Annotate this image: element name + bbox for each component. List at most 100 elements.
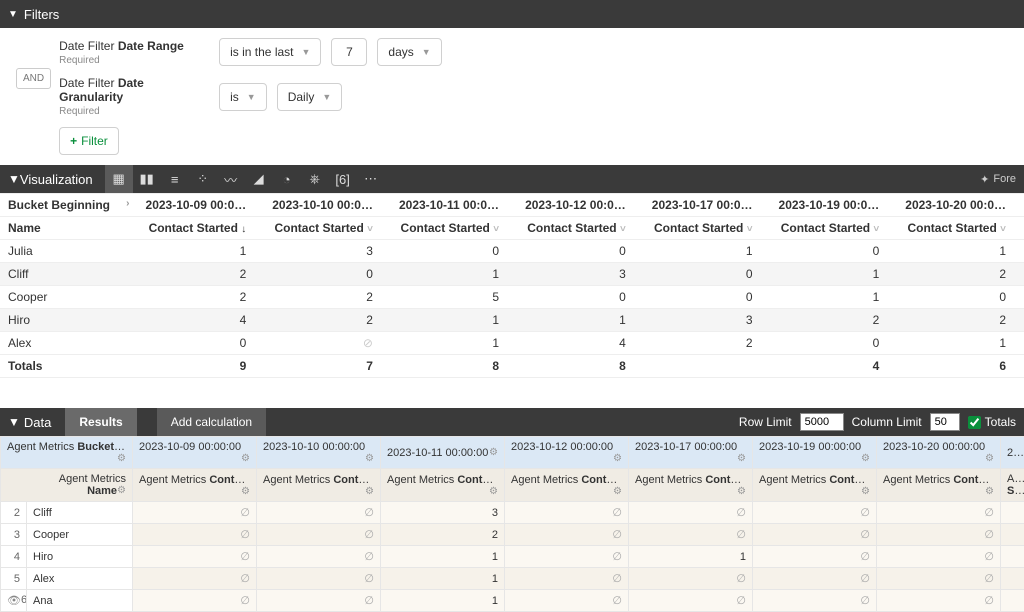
- cell-value[interactable]: 5: [391, 286, 517, 309]
- data-cell[interactable]: ∅: [629, 502, 753, 524]
- metric-header[interactable]: Contact Started ˅: [771, 217, 898, 240]
- data-cell[interactable]: ∅: [877, 590, 1001, 612]
- gear-icon[interactable]: ⚙: [489, 486, 498, 497]
- bar-chart-icon[interactable]: ▮▮: [133, 165, 161, 193]
- data-cell[interactable]: ∅: [257, 590, 381, 612]
- gear-icon[interactable]: ⚙: [241, 453, 250, 464]
- cell-value[interactable]: 1: [391, 332, 517, 355]
- cell-value[interactable]: 3: [644, 309, 771, 332]
- gear-icon[interactable]: ⚙: [861, 486, 870, 497]
- cell-value[interactable]: 1: [517, 309, 644, 332]
- scatter-icon[interactable]: ⁘: [189, 165, 217, 193]
- bucket-header[interactable]: Bucket Beginning›: [0, 194, 138, 217]
- data-cell[interactable]: 3: [381, 502, 505, 524]
- data-cell[interactable]: ∅: [629, 590, 753, 612]
- date-column-header[interactable]: 2023-10-17 00:0…: [644, 194, 771, 217]
- metric-subheader[interactable]: Agent Metrics Contact Started⚙: [877, 469, 1001, 502]
- gear-icon[interactable]: ⚙: [117, 485, 126, 496]
- metric-header[interactable]: Contact Started ↓: [138, 217, 265, 240]
- data-cell[interactable]: ∅: [753, 590, 877, 612]
- gear-icon[interactable]: ⚙: [737, 453, 746, 464]
- cell-value[interactable]: 1: [138, 240, 265, 263]
- data-cell[interactable]: ∅: [753, 568, 877, 590]
- data-cell[interactable]: ∅: [505, 568, 629, 590]
- cell-value[interactable]: 4: [517, 332, 644, 355]
- gear-icon[interactable]: ⚙: [861, 453, 870, 464]
- caret-down-icon[interactable]: ▼: [8, 415, 20, 429]
- data-cell[interactable]: ∅: [257, 546, 381, 568]
- line-chart-icon[interactable]: 〰: [217, 165, 245, 193]
- cell-value[interactable]: 4: [138, 309, 265, 332]
- cell-value[interactable]: 2: [264, 309, 391, 332]
- metric-header[interactable]: Contact Started ˅: [264, 217, 391, 240]
- add-calculation-button[interactable]: Add calculation: [157, 408, 266, 436]
- date-group-header[interactable]: 2023-10-12 00:00:00⚙: [505, 437, 629, 469]
- single-value-icon[interactable]: [6]: [329, 165, 357, 193]
- cell-value[interactable]: 3: [517, 263, 644, 286]
- data-cell[interactable]: ∅: [133, 524, 257, 546]
- cell-value[interactable]: 2: [264, 286, 391, 309]
- filters-header[interactable]: ▼ Filters: [0, 0, 1024, 28]
- data-cell[interactable]: ∅: [877, 524, 1001, 546]
- table-icon[interactable]: ▦: [105, 165, 133, 193]
- data-cell[interactable]: 1: [629, 546, 753, 568]
- gear-icon[interactable]: ⚙: [365, 453, 374, 464]
- gear-icon[interactable]: ⚙: [365, 486, 374, 497]
- cell-value[interactable]: 0: [644, 286, 771, 309]
- date-group-header[interactable]: 2023-10-19 00:00:00⚙: [753, 437, 877, 469]
- filter-select[interactable]: is▼: [219, 83, 267, 111]
- metric-subheader-partial[interactable]: AgentStar: [1001, 469, 1024, 502]
- date-column-header[interactable]: 2023-10-09 00:0…: [138, 194, 265, 217]
- data-cell[interactable]: ∅: [629, 568, 753, 590]
- cell-value[interactable]: 0: [264, 263, 391, 286]
- cell-value[interactable]: 1: [771, 263, 898, 286]
- date-column-header[interactable]: 2023-10-12 00:0…: [517, 194, 644, 217]
- metric-header[interactable]: Contact Started ˅: [517, 217, 644, 240]
- column-limit-input[interactable]: [930, 413, 960, 431]
- cell-value[interactable]: 1: [897, 332, 1024, 355]
- gear-icon[interactable]: ⚙: [117, 453, 126, 464]
- metric-header[interactable]: Contact Started ˅: [644, 217, 771, 240]
- cell-value[interactable]: 0: [138, 332, 265, 355]
- cell-value[interactable]: 2: [644, 332, 771, 355]
- eye-icon[interactable]: 👁: [7, 594, 21, 607]
- metric-subheader[interactable]: Agent Metrics Contact Started⚙: [753, 469, 877, 502]
- data-cell[interactable]: ∅: [753, 524, 877, 546]
- cell-value[interactable]: 0: [517, 240, 644, 263]
- data-cell[interactable]: ∅: [505, 502, 629, 524]
- filter-select[interactable]: is in the last▼: [219, 38, 321, 66]
- date-group-header[interactable]: 2023-10-11 00:00:00⚙: [381, 437, 505, 469]
- viz-right-controls[interactable]: ✦ Fore: [980, 173, 1016, 186]
- data-cell[interactable]: ∅: [877, 546, 1001, 568]
- metric-subheader[interactable]: Agent Metrics Contact Started⚙: [629, 469, 753, 502]
- more-icon[interactable]: ⋯: [357, 165, 385, 193]
- date-column-header[interactable]: 2023-10-19 00:0…: [771, 194, 898, 217]
- metric-header[interactable]: Contact Started ˅: [391, 217, 517, 240]
- cell-value[interactable]: 1: [771, 286, 898, 309]
- cell-value[interactable]: 2: [897, 309, 1024, 332]
- cell-value[interactable]: 0: [391, 240, 517, 263]
- cell-value[interactable]: 1: [897, 240, 1024, 263]
- name-header[interactable]: Name: [0, 217, 138, 240]
- cell-value[interactable]: 0: [897, 286, 1024, 309]
- data-cell[interactable]: 2: [381, 524, 505, 546]
- date-column-header[interactable]: 2023-10-10 00:0…: [264, 194, 391, 217]
- date-group-header[interactable]: 2023-10-10 00:00:00⚙: [257, 437, 381, 469]
- data-cell[interactable]: ∅: [257, 524, 381, 546]
- date-group-header[interactable]: 2023-10-17 00:00:00⚙: [629, 437, 753, 469]
- cell-value[interactable]: 2: [138, 286, 265, 309]
- cell-value[interactable]: 0: [771, 240, 898, 263]
- filter-select[interactable]: Daily▼: [277, 83, 343, 111]
- gauge-icon[interactable]: ◔: [273, 165, 301, 193]
- date-column-header[interactable]: 2023-10-20 00:0…: [897, 194, 1024, 217]
- gear-icon[interactable]: ⚙: [241, 486, 250, 497]
- data-cell[interactable]: ∅: [877, 502, 1001, 524]
- results-tab[interactable]: Results: [65, 408, 136, 436]
- data-cell[interactable]: ∅: [133, 568, 257, 590]
- cell-value[interactable]: 2: [138, 263, 265, 286]
- cell-value[interactable]: 3: [264, 240, 391, 263]
- data-cell[interactable]: ∅: [257, 568, 381, 590]
- data-cell[interactable]: ∅: [505, 590, 629, 612]
- data-cell[interactable]: ∅: [133, 502, 257, 524]
- date-group-header-partial[interactable]: 20: [1001, 437, 1024, 469]
